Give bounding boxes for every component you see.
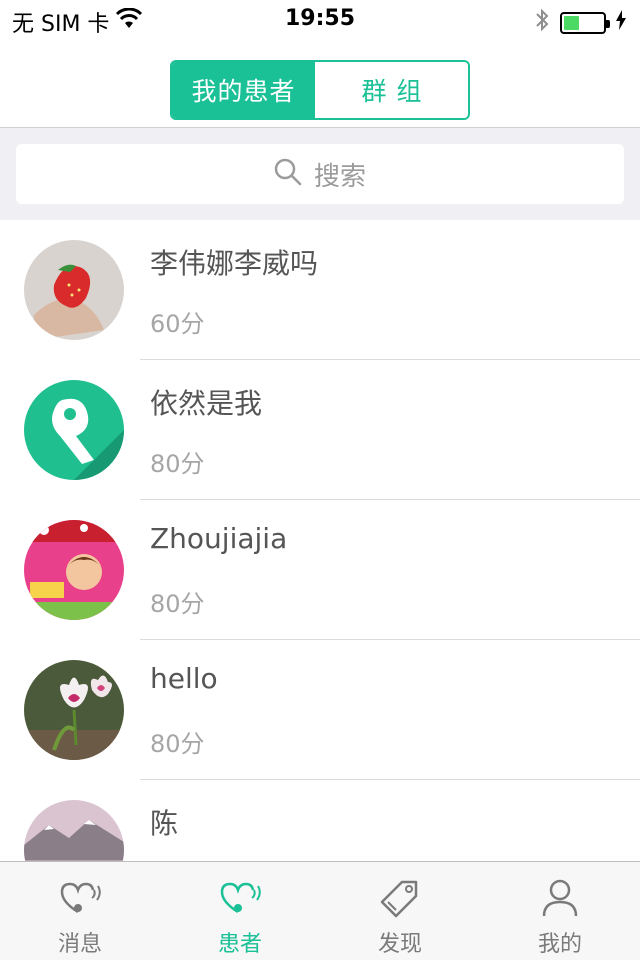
status-bar: 无 SIM 卡 19:55 bbox=[0, 0, 640, 40]
patient-heart-icon bbox=[216, 878, 264, 922]
segment-groups[interactable]: 群组 bbox=[315, 62, 468, 118]
tab-label: 我的 bbox=[537, 932, 582, 957]
avatar-strawberry bbox=[24, 240, 124, 340]
battery-level bbox=[564, 16, 579, 30]
person-icon bbox=[536, 878, 584, 922]
patient-score: 80分 bbox=[150, 590, 205, 618]
chat-heart-icon bbox=[56, 878, 104, 922]
tab-label: 患者 bbox=[217, 932, 262, 957]
search-area: 搜索 bbox=[0, 128, 640, 220]
tab-patients[interactable]: 患者 bbox=[160, 862, 320, 960]
patient-name: 李伟娜李威吗 bbox=[150, 247, 319, 280]
tab-bar: 消息 患者 发现 我的 bbox=[0, 861, 640, 960]
patient-score: 60分 bbox=[150, 310, 205, 338]
segment-my-patients[interactable]: 我的患者 bbox=[172, 62, 315, 118]
tag-icon bbox=[376, 878, 424, 922]
patient-name: hello bbox=[150, 662, 218, 695]
search-input[interactable]: 搜索 bbox=[16, 144, 624, 204]
app-screen: 无 SIM 卡 19:55 我的患者 群组 搜索 李伟娜李威吗 60分 依然是我… bbox=[0, 0, 640, 960]
patient-list: 李伟娜李威吗 60分 依然是我 80分 Zhoujiajia 80分 hello… bbox=[0, 220, 640, 861]
avatar-green-logo bbox=[24, 380, 124, 480]
segmented-control: 我的患者 群组 bbox=[170, 60, 470, 120]
tab-messages[interactable]: 消息 bbox=[0, 862, 160, 960]
patient-name: 陈 bbox=[150, 807, 179, 840]
tab-label: 消息 bbox=[57, 932, 102, 957]
battery-tip bbox=[606, 20, 610, 28]
patient-row[interactable]: 李伟娜李威吗 60分 bbox=[0, 220, 640, 360]
status-right bbox=[534, 7, 626, 39]
patient-name: 依然是我 bbox=[150, 387, 263, 420]
patient-score: 80分 bbox=[150, 730, 205, 758]
charging-icon bbox=[616, 10, 626, 36]
search-icon bbox=[274, 158, 302, 190]
patient-row[interactable]: Zhoujiajia 80分 bbox=[0, 500, 640, 640]
avatar-cartoon bbox=[24, 520, 124, 620]
bluetooth-icon bbox=[534, 7, 550, 39]
patient-row[interactable]: 依然是我 80分 bbox=[0, 360, 640, 500]
battery-icon bbox=[560, 12, 610, 34]
avatar-mountain bbox=[24, 800, 124, 861]
patient-name: Zhoujiajia bbox=[150, 522, 288, 555]
patient-row[interactable]: 陈 bbox=[0, 780, 640, 861]
patient-score: 80分 bbox=[150, 450, 205, 478]
search-placeholder: 搜索 bbox=[313, 161, 366, 192]
avatar-tulip bbox=[24, 660, 124, 760]
tab-label: 发现 bbox=[377, 932, 422, 957]
tab-discover[interactable]: 发现 bbox=[320, 862, 480, 960]
tab-profile[interactable]: 我的 bbox=[480, 862, 640, 960]
navigation-bar: 我的患者 群组 bbox=[0, 40, 640, 128]
patient-row[interactable]: hello 80分 bbox=[0, 640, 640, 780]
